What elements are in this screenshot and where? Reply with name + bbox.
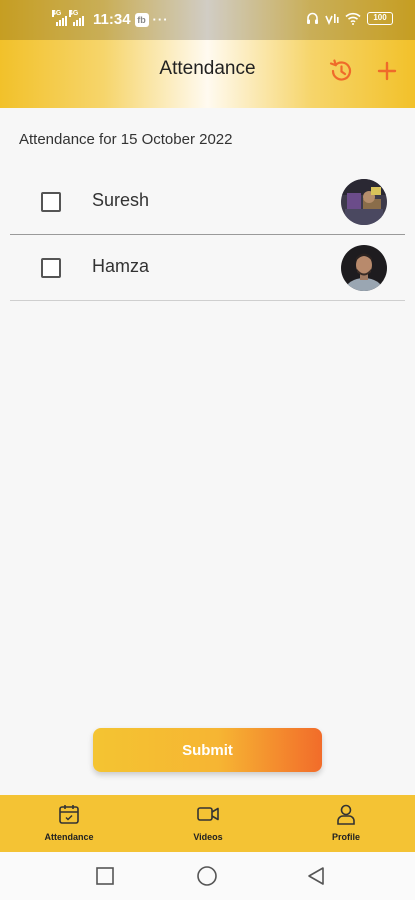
video-icon (197, 807, 219, 821)
vowifi-icon (325, 14, 339, 25)
signal-icon: 4G (52, 9, 67, 26)
status-right: 100 (306, 12, 393, 25)
nav-item-profile[interactable]: Profile (306, 803, 386, 842)
avatar (341, 245, 387, 291)
nav-item-videos[interactable]: Videos (168, 803, 248, 842)
status-time: 11:34 (93, 11, 131, 28)
calendar-icon (59, 805, 79, 824)
student-row[interactable]: Suresh (10, 169, 405, 235)
attendance-checkbox[interactable] (41, 258, 61, 278)
attendance-date-label: Attendance for 15 October 2022 (19, 131, 233, 148)
app-notification-badge: fb (134, 12, 149, 27)
attendance-checkbox[interactable] (41, 192, 61, 212)
bottom-nav: Attendance Videos Profile (0, 795, 415, 852)
nav-label-profile: Profile (331, 832, 360, 842)
headphones-icon (307, 12, 318, 24)
triangle-back-icon (308, 867, 324, 885)
person-icon (337, 804, 355, 825)
student-row[interactable]: Hamza (10, 235, 405, 301)
more-notifications-icon: ··· (152, 12, 169, 27)
nav-label-attendance: Attendance (44, 832, 94, 842)
app-header: 4G 4G 11:34 fb ··· 100 Attendance (0, 0, 415, 108)
add-button[interactable] (375, 58, 399, 84)
plus-icon (377, 61, 397, 81)
recents-button[interactable] (95, 866, 115, 891)
student-name: Hamza (92, 256, 150, 276)
signal-icon-2: 4G (69, 9, 84, 26)
square-icon (96, 867, 114, 885)
submit-button[interactable]: Submit (93, 728, 322, 772)
avatar (341, 179, 387, 225)
history-icon (329, 59, 352, 81)
back-button[interactable] (306, 866, 326, 893)
wifi-icon (345, 12, 361, 25)
circle-icon (197, 866, 217, 886)
system-nav-bar (0, 852, 415, 900)
home-button[interactable] (196, 866, 218, 893)
status-left: 4G 4G 11:34 fb ··· (52, 9, 169, 28)
history-button[interactable] (328, 58, 354, 84)
status-bar: 4G 4G 11:34 fb ··· 100 (0, 0, 415, 40)
battery-icon: 100 (367, 12, 393, 25)
nav-label-videos: Videos (193, 832, 223, 842)
nav-item-attendance[interactable]: Attendance (29, 803, 109, 842)
student-name: Suresh (92, 190, 150, 210)
